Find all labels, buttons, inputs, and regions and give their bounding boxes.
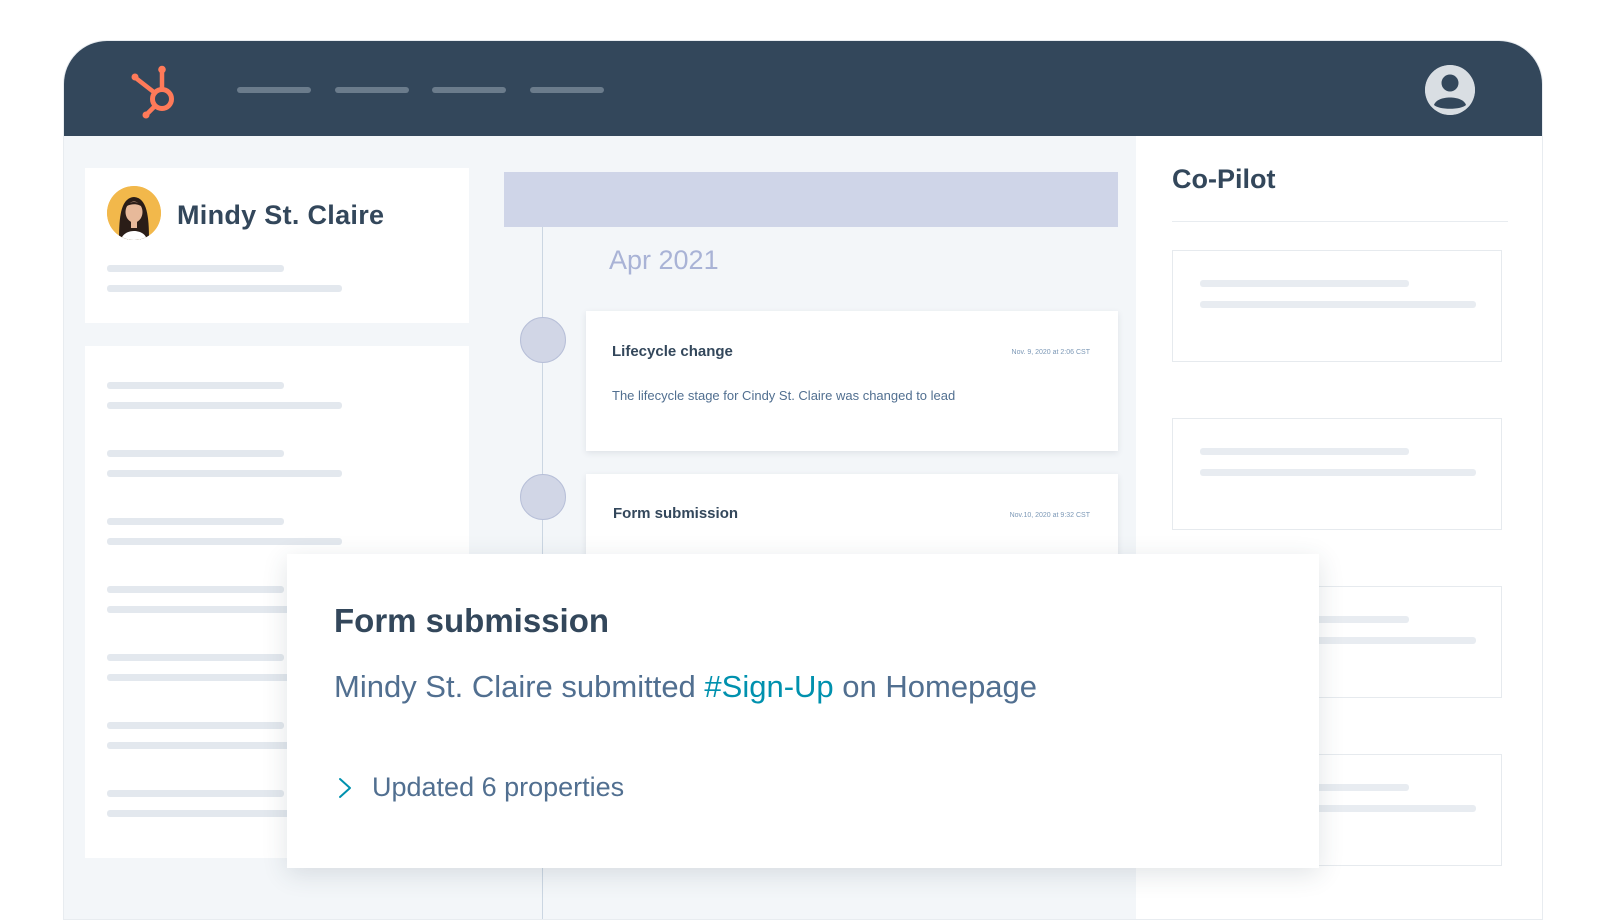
event-title: Lifecycle change [612,343,733,360]
property-label-placeholder [107,450,284,457]
expand-label: Updated 6 properties [372,772,625,802]
contact-avatar[interactable] [107,186,161,240]
event-title: Form submission [613,505,739,522]
timeline-dot [520,474,566,520]
text-placeholder [1200,448,1409,455]
text-placeholder [1200,301,1476,308]
nav-item-placeholder[interactable] [530,87,604,93]
nav-item-placeholder[interactable] [432,87,506,93]
timeline-header-bar [504,172,1118,227]
property-label-placeholder [107,382,284,389]
contact-name: Mindy St. Claire [177,200,385,230]
timeline-dot [520,317,566,363]
text-placeholder [1200,469,1476,476]
nav-item-placeholder[interactable] [335,87,409,93]
popup-title: Form submission [334,602,610,639]
text-placeholder [107,265,284,272]
timeline-month-label: Apr 2021 [609,245,719,275]
form-submission-popup: Form submission Mindy St. Claire submitt… [287,554,1319,868]
copilot-title: Co-Pilot [1172,164,1276,194]
property-label-placeholder [107,586,284,593]
event-timestamp: Nov. 9, 2020 at 2:06 CST [1011,349,1090,356]
copilot-card[interactable] [1172,418,1502,530]
property-value-placeholder [107,402,342,409]
text-placeholder [107,285,342,292]
event-description: The lifecycle stage for Cindy St. Claire… [612,388,956,403]
property-value-placeholder [107,470,342,477]
property-label-placeholder [107,518,284,525]
user-account-icon[interactable] [1425,65,1475,115]
popup-desc-prefix: Mindy St. Claire submitted [334,669,705,704]
top-navigation-bar [64,41,1542,136]
expand-properties-toggle[interactable]: Updated 6 properties [334,772,624,803]
nav-item-placeholder[interactable] [237,87,311,93]
contact-card: Mindy St. Claire [85,168,469,323]
timeline-event-card[interactable]: Lifecycle change Nov. 9, 2020 at 2:06 CS… [586,311,1118,451]
form-link[interactable]: #Sign-Up [704,669,833,704]
property-label-placeholder [107,654,284,661]
property-label-placeholder [107,790,284,797]
property-label-placeholder [107,722,284,729]
event-timestamp: Nov.10, 2020 at 9:32 CST [1009,512,1090,519]
copilot-card[interactable] [1172,250,1502,362]
chevron-right-icon[interactable] [334,773,358,803]
popup-desc-suffix: on Homepage [833,669,1038,704]
popup-description: Mindy St. Claire submitted #Sign-Up on H… [334,669,1037,705]
divider [1172,221,1508,222]
property-value-placeholder [107,538,342,545]
hubspot-logo-icon[interactable] [128,63,184,119]
text-placeholder [1200,280,1409,287]
